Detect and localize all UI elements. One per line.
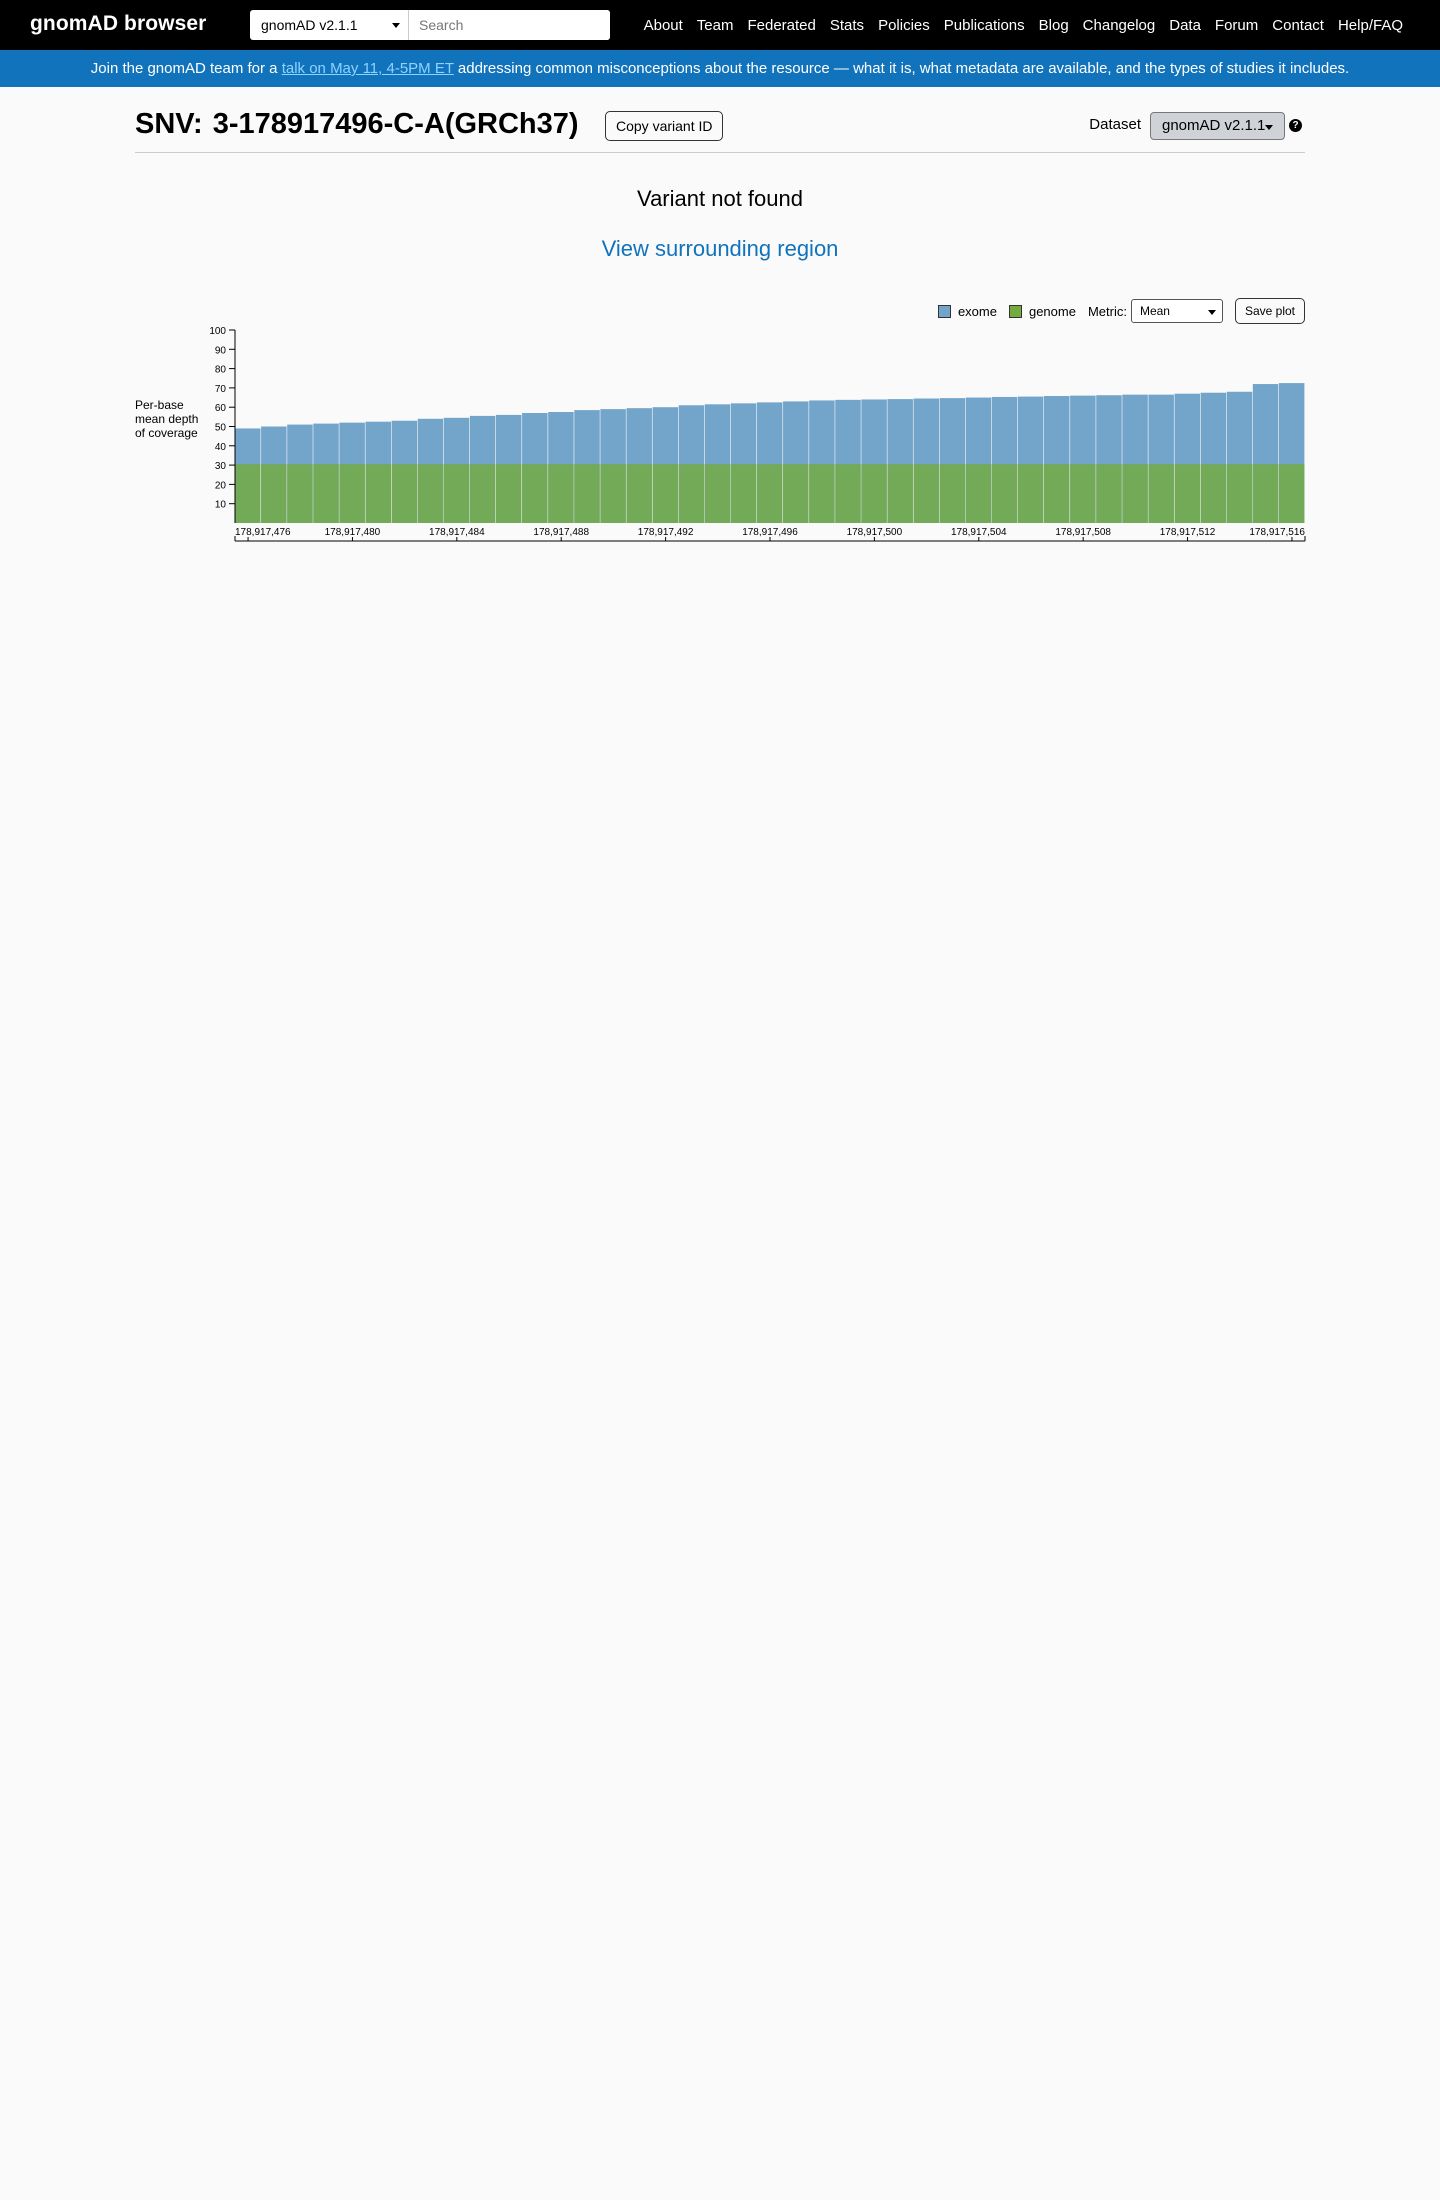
genome-bar (1017, 464, 1044, 523)
genome-bar (365, 464, 391, 523)
x-tick-label: 178,917,488 (533, 527, 589, 538)
y-tick-label: 60 (215, 403, 227, 414)
genome-bar (261, 464, 287, 523)
y-tick-label: 90 (215, 345, 227, 356)
genome-bar (522, 464, 548, 523)
y-tick-label: 100 (209, 326, 226, 337)
x-tick-label: 178,917,512 (1160, 527, 1216, 538)
genome-bar (704, 464, 731, 523)
y-tick-label: 20 (215, 480, 227, 491)
genome-bar (1200, 464, 1227, 523)
genome-bar (235, 464, 261, 523)
genome-bar (443, 464, 470, 523)
x-tick-label: 178,917,508 (1055, 527, 1111, 538)
x-tick-label: 178,917,492 (638, 527, 694, 538)
genome-bar (1226, 464, 1253, 523)
genome-bar (548, 464, 574, 523)
genome-bar (626, 464, 652, 523)
genome-bar (495, 464, 522, 523)
genome-bar (287, 464, 313, 523)
y-tick-label: 70 (215, 384, 227, 395)
x-tick-label: 178,917,480 (325, 527, 381, 538)
genome-bar (574, 464, 600, 523)
genome-bar (939, 464, 966, 523)
genome-bar (730, 464, 757, 523)
coverage-chart: 10 20 30 40 50 60 70 80 90 100 178,917,476 178,917,… (209, 326, 1306, 542)
x-tick-label: 178,917,516 (1249, 527, 1305, 538)
genome-bar (1148, 464, 1174, 523)
genome-bar (469, 464, 496, 523)
genome-bar (678, 464, 705, 523)
genome-bar (600, 464, 626, 523)
genome-bar (887, 464, 913, 523)
genome-bar (1096, 464, 1122, 523)
genome-bar (1278, 464, 1305, 523)
y-tick-label: 50 (215, 423, 227, 434)
y-tick-label: 80 (215, 365, 227, 376)
genome-bar (1122, 464, 1148, 523)
genome-bar (391, 464, 418, 523)
genome-bar (861, 464, 887, 523)
genome-bar (756, 464, 783, 523)
genome-bar (809, 464, 835, 523)
genome-bar (1044, 464, 1070, 523)
genome-bar (652, 464, 679, 523)
genome-bar (783, 464, 809, 523)
genome-bar (1252, 464, 1279, 523)
genome-bar (835, 464, 861, 523)
genome-bar (1070, 464, 1096, 523)
y-tick-label: 10 (215, 500, 227, 511)
genome-bar (1174, 464, 1201, 523)
genome-bar (313, 464, 339, 523)
x-tick-label: 178,917,484 (429, 527, 485, 538)
x-tick-label: 178,917,476 (235, 527, 291, 538)
y-tick-label: 40 (215, 442, 227, 453)
x-tick-label: 178,917,496 (742, 527, 798, 538)
genome-bar (417, 464, 444, 523)
genome-bar (991, 464, 1018, 523)
y-tick-label: 30 (215, 461, 227, 472)
x-tick-label: 178,917,500 (847, 527, 903, 538)
genome-bar (965, 464, 992, 523)
x-tick-label: 178,917,504 (951, 527, 1007, 538)
genome-bar (339, 464, 365, 523)
genome-bar (913, 464, 940, 523)
